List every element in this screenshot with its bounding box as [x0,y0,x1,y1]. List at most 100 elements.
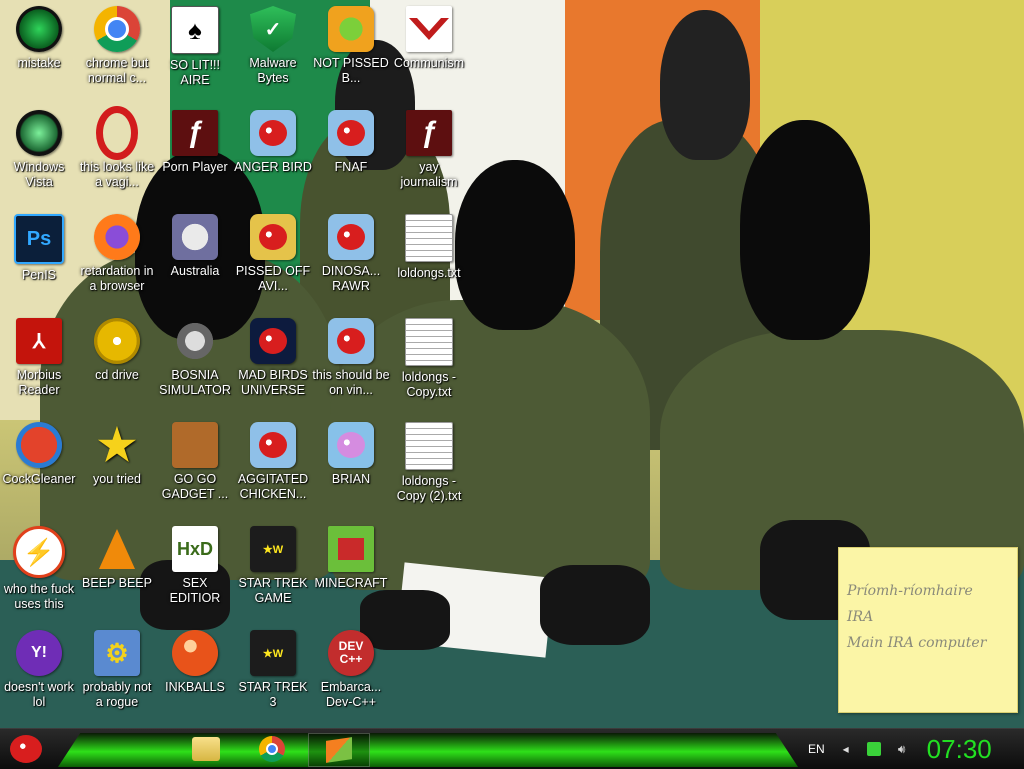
opera-icon [94,106,140,160]
desktop-icon-label: GO GO GADGET ... [161,472,229,501]
desktop-icon-label: INKBALLS [165,680,225,694]
desktop-icon-label: cd drive [95,368,139,382]
desktop-icon-pissed-off[interactable]: PISSED OFF AVI... [234,214,312,314]
desktop-icon-minecraft[interactable]: MINECRAFT [312,526,390,626]
desktop-icon-label: this looks like a vagi... [79,160,155,189]
desktop-icon-label: mistake [17,56,61,70]
desktop-icon-chrome[interactable]: chrome but normal c... [78,6,156,106]
star-icon: ★ [97,420,137,470]
desktop-icon-label: retardation in a browser [80,264,154,293]
hxd-icon: HxD [172,526,218,572]
desktop-icon-fnaf[interactable]: FNAF [312,110,390,210]
desktop-icon-sex-editior[interactable]: HxD SEX EDITIOR [156,526,234,626]
windows-flag-icon [326,737,352,763]
yahoo-icon: Y! [16,630,62,676]
round-green-icon [16,6,62,52]
taskbar-explorer-button[interactable] [176,733,236,765]
desktop-icon-yay-journalism[interactable]: ƒ yay journalism [390,110,468,210]
sticky-note-line: Main IRA computer [847,635,987,651]
desktop-icon-this-should-be[interactable]: this should be on vin... [312,318,390,418]
text-file-icon [405,318,453,366]
desktop-icon-loldongs[interactable]: loldongs.txt [390,214,468,314]
desktop-icon-mistake[interactable]: mistake [0,6,78,106]
desktop-icon-go-go-gadget[interactable]: GO GO GADGET ... [156,422,234,522]
desktop-icon-morbius-reader[interactable]: ⅄ Morbius Reader [0,318,78,418]
desktop-icon-photoshop[interactable]: Ps PenIS [0,214,78,314]
desktop-icon-cd-drive[interactable]: cd drive [78,318,156,418]
desktop-icon-anger-bird[interactable]: ANGER BIRD [234,110,312,210]
desktop-icon-firefox[interactable]: retardation in a browser [78,214,156,314]
battery-icon[interactable] [866,742,881,756]
chrome-icon [94,6,140,52]
volume-icon[interactable]: 🔊︎ [895,742,909,756]
taskbar: EN ◂ 🔊︎ 07:30 [0,728,1024,769]
wallpaper-figure-head [740,120,870,340]
briefcase-icon [172,422,218,468]
communism-icon [406,6,452,52]
desktop-icon-label: NOT PISSED B... [313,56,389,85]
desktop-icon-not-pissed[interactable]: NOT PISSED B... [312,6,390,106]
flash-icon: ƒ [406,110,452,156]
desktop-icon-dinosaur[interactable]: DINOSA... RAWR [312,214,390,314]
desktop-icon-label: CockGleaner [2,472,76,486]
cd-icon [94,318,140,364]
desktop-icon-label: PISSED OFF AVI... [235,264,311,293]
angry-birds-star-wars-icon: ★W [250,526,296,572]
desktop-icon-australia[interactable]: Australia [156,214,234,314]
desktop-icon-loldongs-copy-2[interactable]: loldongs - Copy (2).txt [390,422,468,522]
wallpaper-figure-head [660,10,750,160]
desktop-icon-star-trek-3[interactable]: ★W STAR TREK 3 [234,630,312,730]
desktop-icon-doesnt-work[interactable]: Y! doesn't work lol [0,630,78,730]
desktop-icon-label: FNAF [334,160,368,174]
language-indicator[interactable]: EN [808,742,825,756]
desktop-icon-communism[interactable]: Communism [390,6,468,106]
desktop-icon-label: SEX EDITIOR [169,576,221,605]
desktop-icon-label: SO LIT!!! AIRE [169,58,220,87]
photoshop-icon: Ps [14,214,64,264]
desktop-icon-aggitated-chicken[interactable]: AGGITATED CHICKEN... [234,422,312,522]
desktop-icon-probably-not-rogue[interactable]: ⚙ probably not a rogue [78,630,156,730]
minecraft-icon [328,526,374,572]
sticky-note-line: IRA [847,609,874,625]
desktop-icon-you-tried[interactable]: ★ you tried [78,420,156,522]
desktop-icon-solitaire[interactable]: ♠ SO LIT!!! AIRE [156,6,234,106]
taskbar-windows-button[interactable] [308,733,370,767]
flash-icon: ƒ [172,110,218,156]
desktop-icon-beep-beep[interactable]: BEEP BEEP [78,526,156,626]
angry-bird-icon [328,214,374,260]
desktop-icon-label: who the fuck uses this [3,582,75,611]
pdf-icon: ⅄ [16,318,62,364]
desktop-icon-label: STAR TREK GAME [238,576,308,605]
desktop-icon-label: Porn Player [162,160,228,174]
angry-birds-space-icon [250,318,296,364]
back-arrow-icon[interactable]: ◂ [839,742,853,756]
desktop-icon-mad-birds-universe[interactable]: MAD BIRDS UNIVERSE [234,318,312,418]
desktop-icon-label: probably not a rogue [82,680,152,709]
desktop-icon-label: doesn't work lol [4,680,74,709]
desktop-icon-malwarebytes[interactable]: ✓ Malware Bytes [234,6,312,106]
solitaire-icon: ♠ [171,6,219,54]
desktop-icon-opera[interactable]: this looks like a vagi... [78,106,156,210]
desktop-icon-label: yay journalism [400,160,458,189]
desktop-icon-star-trek-game[interactable]: ★W STAR TREK GAME [234,526,312,626]
taskbar-chrome-button[interactable] [242,733,302,765]
desktop-icon-label: MAD BIRDS UNIVERSE [238,368,308,397]
desktop-icon-bosnia-simulator[interactable]: BOSNIA SIMULATOR [156,318,234,418]
wallpaper-glove [540,565,650,645]
desktop-icon-dev-cpp[interactable]: DEV C++ Embarca... Dev-C++ [312,630,390,730]
sticky-note[interactable]: Príomh-ríomhaire IRA Main IRA computer [838,547,1018,713]
desktop-icon-inkballs[interactable]: INKBALLS [156,630,234,730]
desktop-icon-who-uses-this[interactable]: ⚡ who the fuck uses this [0,526,78,626]
desktop-icon-porn-player[interactable]: ƒ Porn Player [156,110,234,210]
desktop-icon-label: chrome but normal c... [85,56,149,85]
start-button[interactable] [4,731,48,767]
angry-bird-icon [328,110,374,156]
clock[interactable]: 07:30 [927,734,992,765]
gears-icon: ⚙ [94,630,140,676]
desktop-icon-brian[interactable]: BRIAN [312,422,390,522]
desktop-icon-windows-vista[interactable]: Windows Vista [0,110,78,210]
angry-birds-seasons-icon [250,214,296,260]
desktop-icon-loldongs-copy[interactable]: loldongs - Copy.txt [390,318,468,418]
desktop-icon-cockgleaner[interactable]: CockGleaner [0,422,78,522]
taskbar-glow-strip [58,733,798,767]
